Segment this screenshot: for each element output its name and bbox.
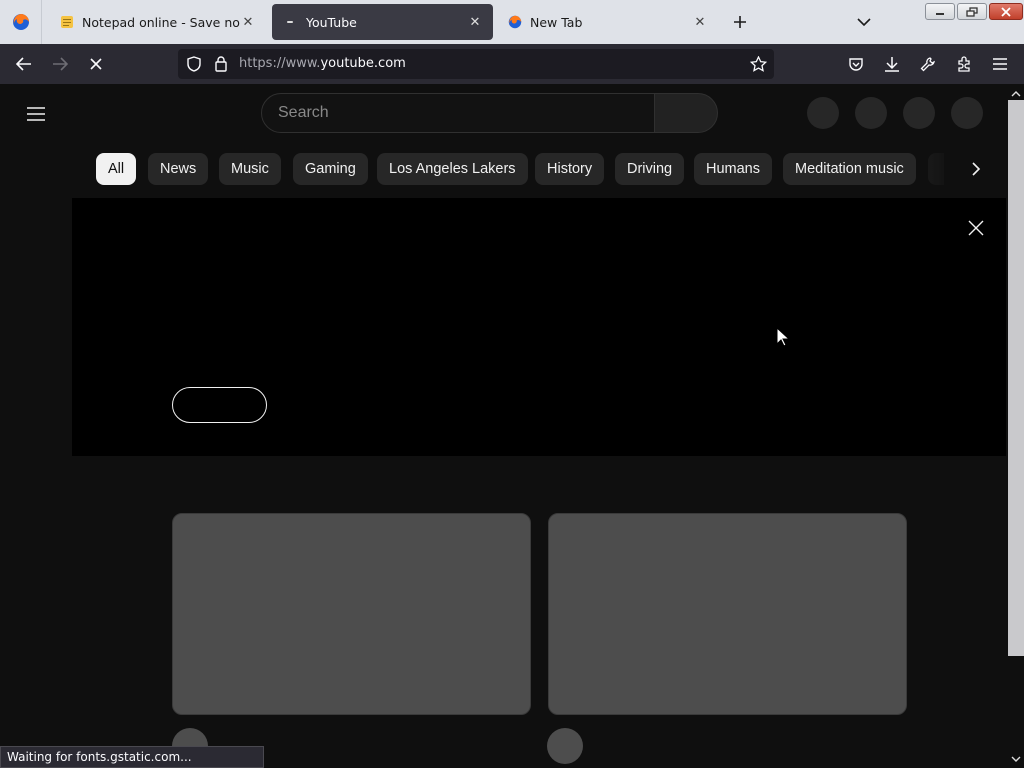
chip-driving[interactable]: Driving [615, 153, 685, 185]
tab-notepad[interactable]: Notepad online - Save notes on ✕ [48, 4, 266, 40]
close-tab-icon[interactable]: ✕ [240, 14, 256, 30]
avatar [547, 728, 583, 764]
navigation-toolbar: https://www.youtube.com [0, 44, 1024, 84]
firefox-icon [12, 14, 29, 30]
close-tab-icon[interactable]: ✕ [692, 14, 708, 30]
chip-news[interactable]: News [148, 153, 209, 185]
chip-all[interactable]: All [96, 153, 137, 185]
chip-meditation-music[interactable]: Meditation music [783, 153, 916, 185]
bookmark-star-icon[interactable] [750, 56, 767, 72]
wrench-icon [920, 57, 935, 72]
promo-banner [72, 198, 1006, 456]
tab-youtube[interactable]: YouTube ✕ [272, 4, 493, 40]
url-domain: youtube.com [320, 56, 406, 71]
video-thumbnail-placeholder[interactable] [172, 513, 531, 715]
status-bar: Waiting for fonts.gstatic.com... [0, 746, 264, 768]
notepad-favicon [60, 15, 74, 29]
guide-menu-button[interactable] [24, 102, 48, 126]
tab-new-tab[interactable]: New Tab ✕ [496, 4, 718, 40]
extensions-button[interactable] [952, 52, 976, 76]
scroll-down-button[interactable] [1008, 752, 1024, 766]
stop-icon [90, 58, 102, 70]
pocket-button[interactable] [844, 52, 868, 76]
back-button[interactable] [12, 52, 36, 76]
search-input[interactable] [278, 94, 638, 132]
chip-humans[interactable]: Humans [694, 153, 772, 185]
chevron-right-icon [972, 162, 981, 176]
chevron-down-icon [1011, 756, 1021, 762]
placeholder-circle [903, 97, 935, 129]
close-tab-icon[interactable]: ✕ [467, 14, 483, 30]
hamburger-menu-icon [27, 107, 45, 121]
banner-action-button[interactable] [172, 387, 267, 423]
tab-title: YouTube [306, 14, 357, 30]
scrollbar-thumb[interactable] [1008, 100, 1024, 656]
chip-los-angeles-lakers[interactable]: Los Angeles Lakers [377, 153, 528, 185]
banner-close-button[interactable] [964, 216, 988, 240]
placeholder-circle [951, 97, 983, 129]
placeholder-circle [855, 97, 887, 129]
chip-gaming[interactable]: Gaming [293, 153, 368, 185]
url-text[interactable]: https://www.youtube.com [239, 56, 406, 71]
puzzle-icon [958, 56, 970, 72]
firefox-view-button[interactable] [0, 0, 42, 44]
shield-icon [187, 56, 201, 72]
url-bar[interactable]: https://www.youtube.com [178, 49, 774, 79]
new-tab-button[interactable] [728, 10, 752, 34]
tab-title: Notepad online - Save notes on [82, 14, 240, 30]
download-icon [885, 57, 899, 72]
chip-music[interactable]: Music [219, 153, 281, 185]
lock-icon [215, 56, 227, 72]
app-menu-button[interactable] [988, 52, 1012, 76]
chevron-down-icon [857, 18, 871, 27]
tab-title: New Tab [530, 14, 583, 30]
youtube-page: All News Music Gaming Los Angeles Lakers… [0, 84, 1006, 768]
search-button[interactable] [654, 93, 718, 133]
firefox-icon [508, 15, 522, 29]
mouse-cursor-icon [776, 327, 790, 347]
pocket-icon [849, 57, 863, 71]
video-thumbnail-placeholder[interactable] [548, 513, 907, 715]
restore-icon [966, 6, 978, 17]
placeholder-circle [807, 97, 839, 129]
restore-window-button[interactable] [957, 3, 987, 20]
chip-history[interactable]: History [535, 153, 605, 185]
search-box [261, 93, 655, 133]
downloads-button[interactable] [880, 52, 904, 76]
minimize-icon [936, 12, 944, 15]
close-icon [968, 220, 984, 236]
hamburger-menu-icon [993, 58, 1007, 70]
arrow-right-icon [53, 57, 68, 71]
tab-strip: Notepad online - Save notes on ✕ YouTube… [0, 0, 1024, 44]
minimize-window-button[interactable] [925, 3, 955, 20]
arrow-left-icon [16, 57, 31, 71]
loading-dot-icon [284, 15, 298, 29]
tools-button[interactable] [916, 52, 940, 76]
close-window-button[interactable] [989, 3, 1023, 20]
chevron-up-icon [1011, 91, 1021, 97]
scroll-up-button[interactable] [1008, 87, 1024, 101]
forward-button[interactable] [48, 52, 72, 76]
url-prefix: https://www. [239, 56, 321, 71]
plus-icon [734, 16, 746, 28]
list-all-tabs-button[interactable] [852, 10, 876, 34]
chips-next-button[interactable] [964, 157, 988, 181]
close-icon [1001, 6, 1011, 17]
stop-loading-button[interactable] [84, 52, 108, 76]
